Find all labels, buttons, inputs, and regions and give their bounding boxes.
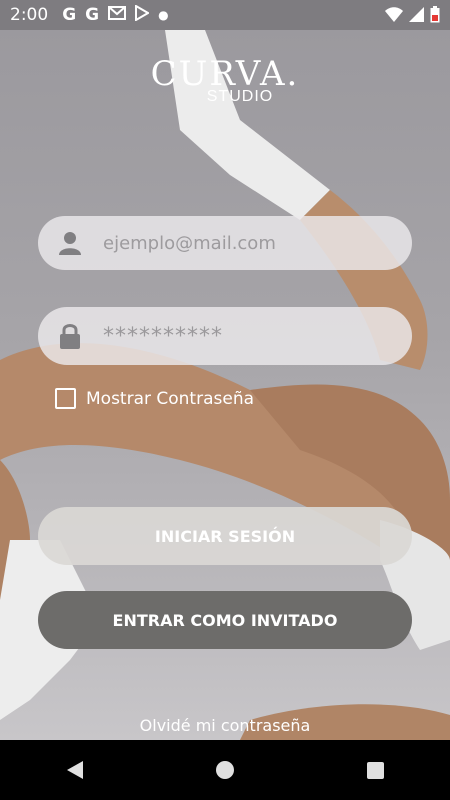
email-input[interactable] bbox=[101, 231, 385, 255]
lock-icon bbox=[55, 323, 85, 349]
wifi-icon bbox=[385, 7, 403, 27]
status-bar: 2:00 G G ● bbox=[0, 0, 450, 30]
logo-sub-text: STUDIO bbox=[206, 88, 274, 105]
battery-icon bbox=[430, 6, 440, 28]
google-icon: G bbox=[62, 5, 77, 25]
google-icon: G bbox=[85, 5, 100, 25]
show-password-label: Mostrar Contraseña bbox=[86, 388, 255, 409]
password-input[interactable] bbox=[101, 322, 385, 350]
logo-main-text: CURVA. bbox=[150, 54, 300, 94]
login-button[interactable]: INICIAR SESIÓN bbox=[38, 507, 412, 565]
navigation-bar bbox=[0, 740, 450, 800]
home-icon[interactable] bbox=[215, 761, 234, 779]
gmail-icon bbox=[108, 5, 127, 25]
brand-logo: CURVA. STUDIO bbox=[0, 56, 450, 106]
user-icon bbox=[55, 231, 85, 255]
show-password-row[interactable]: Mostrar Contraseña bbox=[55, 388, 254, 409]
recents-icon[interactable] bbox=[366, 761, 384, 779]
guest-login-button[interactable]: ENTRAR COMO INVITADO bbox=[38, 591, 412, 649]
password-field[interactable] bbox=[38, 307, 412, 365]
cell-signal-icon bbox=[409, 7, 424, 27]
back-icon[interactable] bbox=[66, 761, 83, 779]
show-password-checkbox[interactable] bbox=[55, 388, 76, 409]
forgot-password-link[interactable]: Olvidé mi contraseña bbox=[0, 716, 450, 735]
play-store-icon bbox=[135, 3, 151, 26]
dot-icon: ● bbox=[158, 8, 169, 22]
email-field[interactable] bbox=[38, 216, 412, 270]
status-time: 2:00 bbox=[10, 5, 49, 25]
